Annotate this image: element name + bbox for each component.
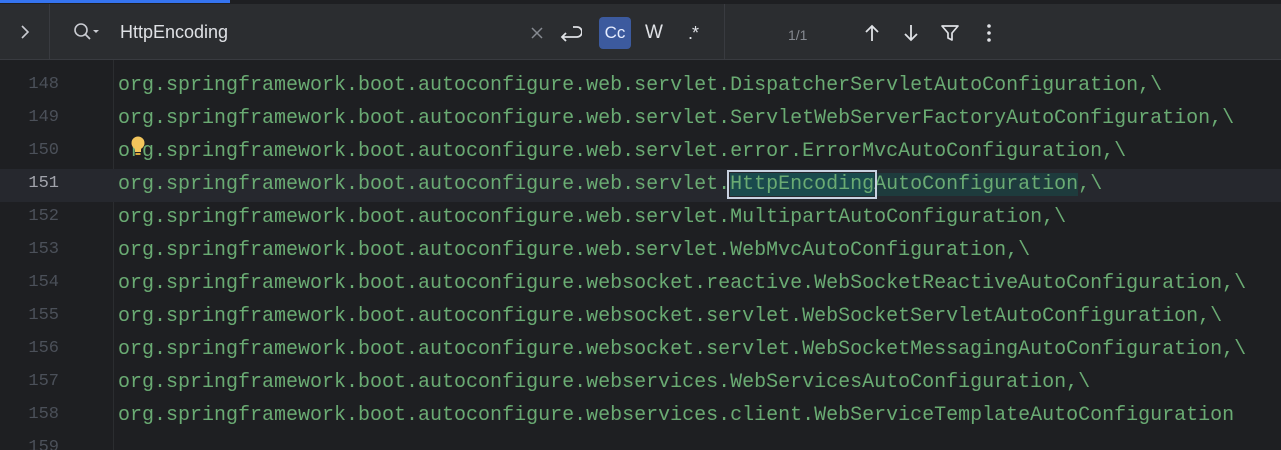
code-text: org.springframework.boot.autoconfigure.w… bbox=[118, 107, 1235, 130]
current-code-line[interactable]: 151 org.springframework.boot.autoconfigu… bbox=[0, 169, 1281, 202]
code-line[interactable]: 155 org.springframework.boot.autoconfigu… bbox=[0, 301, 1281, 334]
progress-fill bbox=[0, 0, 230, 3]
code-text: org.springframework.boot.autoconfigure.w… bbox=[118, 206, 1067, 229]
more-vertical-icon bbox=[987, 24, 991, 42]
code-text: org.springframework.boot.autoconfigure.w… bbox=[118, 404, 1235, 427]
toolbar-divider bbox=[724, 4, 725, 59]
arrow-up-icon bbox=[865, 24, 879, 41]
line-number: 154 bbox=[28, 273, 59, 292]
line-number: 152 bbox=[28, 207, 59, 226]
code-text: org.springframework.boot.autoconfigure.w… bbox=[118, 371, 1091, 394]
code-text: org.springframework.boot.autoconfigure.w… bbox=[118, 170, 1103, 199]
code-line[interactable]: 153 org.springframework.boot.autoconfigu… bbox=[0, 235, 1281, 268]
filter-icon bbox=[941, 25, 959, 41]
code-line[interactable]: 157 org.springframework.boot.autoconfigu… bbox=[0, 367, 1281, 400]
match-case-label: Cc bbox=[604, 23, 626, 42]
code-line[interactable]: 154 org.springframework.boot.autoconfigu… bbox=[0, 268, 1281, 301]
code-line[interactable]: 150 org.springframework.boot.autoconfigu… bbox=[0, 136, 1281, 169]
line-number: 159 bbox=[28, 438, 59, 450]
search-input[interactable] bbox=[120, 20, 510, 44]
line-number: 155 bbox=[28, 306, 59, 325]
line-number: 151 bbox=[28, 174, 59, 193]
line-number: 157 bbox=[28, 372, 59, 391]
line-number: 149 bbox=[28, 108, 59, 127]
lightbulb-intention-icon[interactable] bbox=[129, 135, 147, 157]
search-match-highlight: HttpEncoding bbox=[727, 170, 878, 199]
filter-search-results-button[interactable] bbox=[934, 17, 966, 49]
line-number: 148 bbox=[28, 75, 59, 94]
close-icon bbox=[531, 27, 543, 39]
whole-words-toggle[interactable]: W bbox=[638, 17, 670, 49]
match-case-toggle[interactable]: Cc bbox=[599, 17, 631, 49]
chevron-right-icon bbox=[21, 25, 30, 39]
new-line-button[interactable] bbox=[554, 17, 586, 49]
expand-replace-toggle[interactable] bbox=[0, 4, 50, 59]
clear-search-button[interactable] bbox=[521, 17, 553, 49]
line-number: 156 bbox=[28, 339, 59, 358]
code-line[interactable]: 148 org.springframework.boot.autoconfigu… bbox=[0, 70, 1281, 103]
line-number: 158 bbox=[28, 405, 59, 424]
previous-occurrence-button[interactable] bbox=[856, 17, 888, 49]
code-line[interactable]: 158 org.springframework.boot.autoconfigu… bbox=[0, 400, 1281, 433]
code-line[interactable]: 152 org.springframework.boot.autoconfigu… bbox=[0, 202, 1281, 235]
next-occurrence-button[interactable] bbox=[895, 17, 927, 49]
code-editor[interactable]: 148 org.springframework.boot.autoconfigu… bbox=[0, 60, 1281, 450]
code-text: org.springframework.boot.autoconfigure.w… bbox=[118, 239, 1031, 262]
regex-toggle[interactable]: .* bbox=[677, 17, 709, 49]
code-text: org.springframework.boot.autoconfigure.w… bbox=[118, 74, 1163, 97]
code-text: org.springframework.boot.autoconfigure.w… bbox=[118, 272, 1247, 295]
code-line[interactable]: 156 org.springframework.boot.autoconfigu… bbox=[0, 334, 1281, 367]
more-options-button[interactable] bbox=[973, 17, 1005, 49]
code-line[interactable]: 149 org.springframework.boot.autoconfigu… bbox=[0, 103, 1281, 136]
search-history-icon[interactable] bbox=[72, 21, 102, 43]
code-text: org.springframework.boot.autoconfigure.w… bbox=[118, 305, 1223, 328]
regex-label: .* bbox=[687, 22, 699, 43]
match-count: 1/1 bbox=[788, 27, 808, 43]
line-number: 150 bbox=[28, 141, 59, 160]
line-number: 153 bbox=[28, 240, 59, 259]
code-line[interactable]: 159 bbox=[0, 433, 1281, 450]
find-toolbar: Cc W .* 1/1 bbox=[0, 4, 1281, 60]
code-text: org.springframework.boot.autoconfigure.w… bbox=[118, 140, 1127, 163]
whole-words-label: W bbox=[645, 22, 663, 43]
newline-icon bbox=[560, 26, 582, 42]
arrow-down-icon bbox=[904, 25, 918, 42]
code-text: org.springframework.boot.autoconfigure.w… bbox=[118, 338, 1247, 361]
